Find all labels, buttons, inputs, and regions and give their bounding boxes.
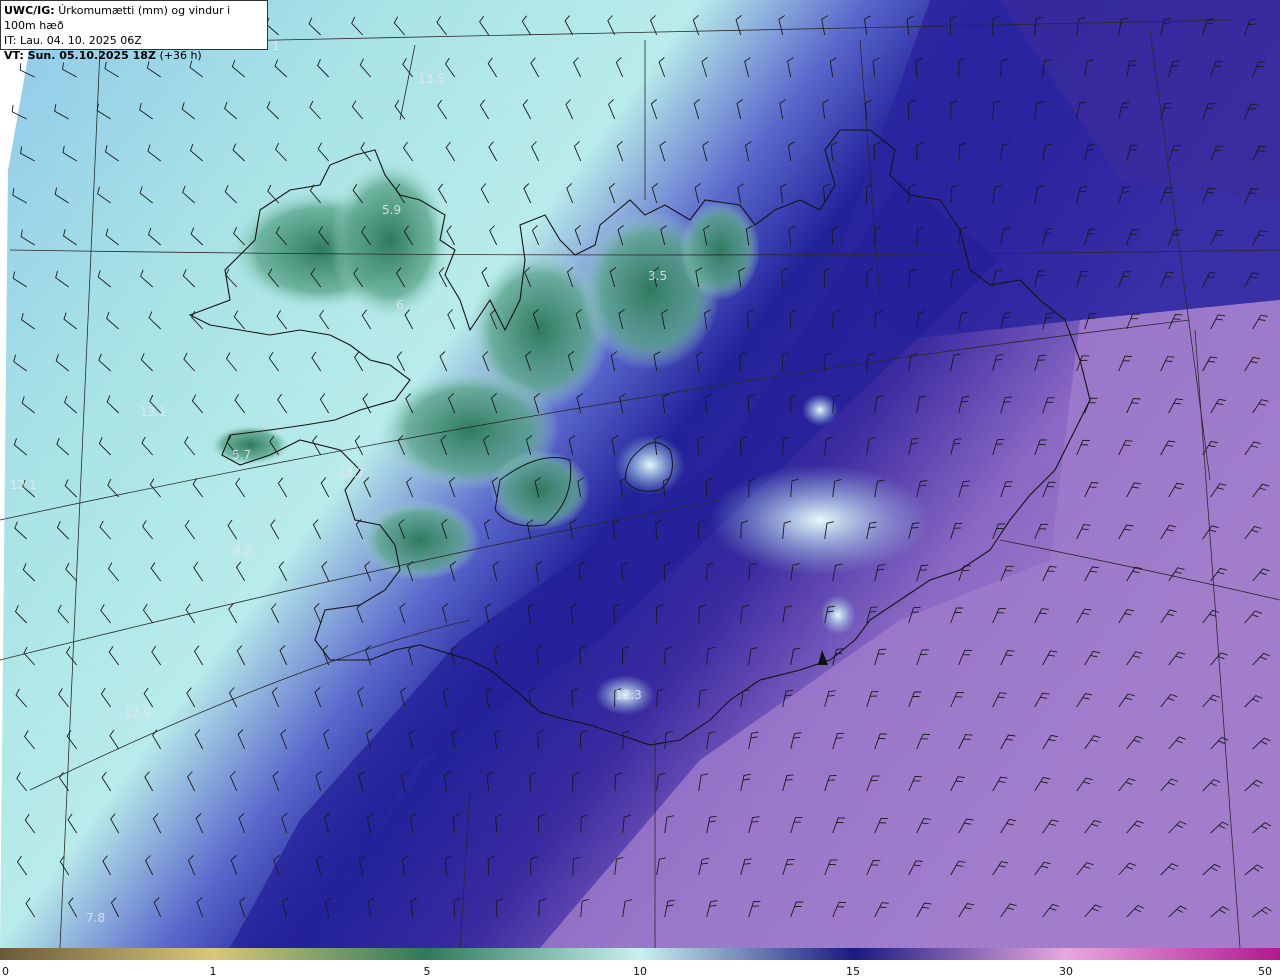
product-code: UWC/IG: (4, 4, 55, 17)
map-label: 12.1 (10, 478, 37, 492)
precipitation-map: 13.5 1 5.9 6 3.5 13.1 5.7 13.7 12.1 9.2 … (0, 0, 1280, 948)
map-label: 5.7 (232, 448, 251, 462)
colorbar-tick-label: 10 (633, 965, 647, 978)
colorbar-tick-label: 30 (1059, 965, 1073, 978)
map-label: 13.7 (338, 466, 365, 480)
precip-field (0, 0, 1280, 948)
colorbar: 0 1 5 10 15 30 50 (0, 948, 1280, 978)
init-time: IT: Lau. 04. 10. 2025 06Z (4, 34, 142, 47)
map-label: 12.9 (124, 706, 151, 720)
map-label: 1 (272, 39, 280, 53)
map-label: 6 (396, 298, 404, 312)
map-label: 3.5 (648, 269, 667, 283)
map-label: 9.2 (233, 544, 252, 558)
map-title-box: UWC/IG: Úrkomumætti (mm) og vindur i 100… (0, 0, 268, 62)
map-label: 5.9 (382, 203, 401, 217)
map-label: 13.5 (418, 72, 445, 86)
lead-time: (+36 h) (159, 49, 202, 62)
colorbar-tick-label: 0 (2, 965, 9, 978)
colorbar-tick-label: 5 (424, 965, 431, 978)
colorbar-tick-label: 1 (210, 965, 217, 978)
colorbar-tick-label: 50 (1258, 965, 1272, 978)
valid-time: VT: Sun. 05.10.2025 18Z (4, 49, 156, 62)
map-label: 12.3 (615, 688, 642, 702)
map-label: 7.8 (86, 911, 105, 925)
map-label: 13.1 (140, 405, 167, 419)
colorbar-gradient (0, 948, 1280, 960)
colorbar-tick-label: 15 (846, 965, 860, 978)
